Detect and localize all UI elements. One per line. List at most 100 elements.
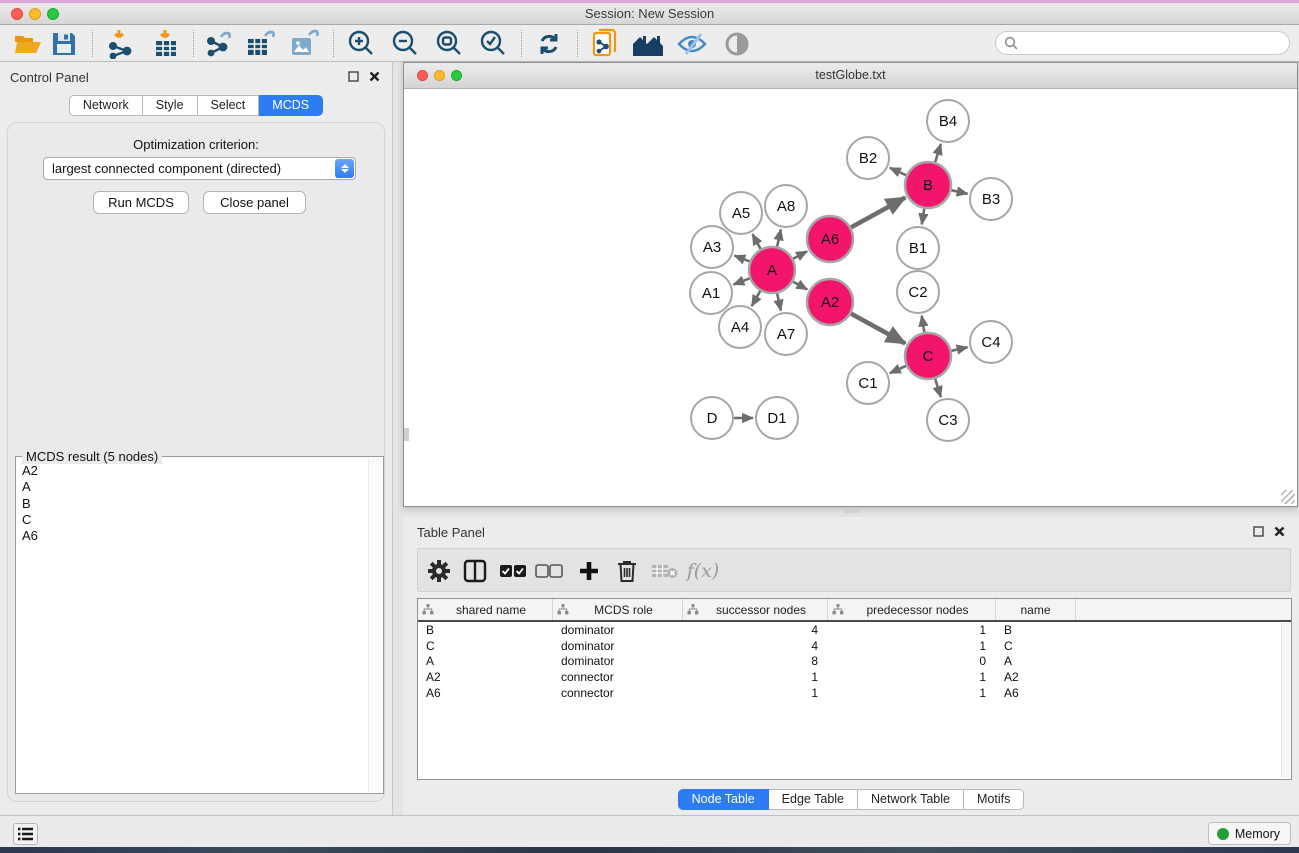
- table-cell[interactable]: B: [418, 623, 553, 637]
- minimize-network-window-icon[interactable]: [434, 70, 445, 81]
- table-cell[interactable]: dominator: [553, 639, 683, 653]
- add-column-icon[interactable]: [573, 556, 605, 586]
- delete-column-icon[interactable]: [611, 556, 643, 586]
- table-cell[interactable]: A2: [418, 670, 553, 684]
- open-file-icon[interactable]: [11, 29, 45, 59]
- table-cell[interactable]: 4: [683, 623, 828, 637]
- window-resize-grip[interactable]: [1281, 490, 1295, 504]
- table-row[interactable]: A6connector11A6: [418, 685, 1291, 701]
- tab-edge-table[interactable]: Edge Table: [769, 789, 858, 810]
- table-cell[interactable]: C: [996, 639, 1076, 653]
- zoom-out-icon[interactable]: [388, 29, 422, 59]
- memory-button[interactable]: Memory: [1208, 822, 1291, 845]
- table-cell[interactable]: connector: [553, 686, 683, 700]
- table-cell[interactable]: A2: [996, 670, 1076, 684]
- float-panel-icon[interactable]: [348, 71, 359, 82]
- graph-edge-B-B4[interactable]: [935, 144, 941, 162]
- column-header-predecessor-nodes[interactable]: predecessor nodes: [828, 599, 996, 620]
- export-network-icon[interactable]: [202, 29, 236, 59]
- import-table-icon[interactable]: [150, 29, 184, 59]
- first-neighbors-icon[interactable]: [631, 29, 665, 59]
- result-item[interactable]: A: [22, 479, 367, 495]
- function-builder-icon[interactable]: f(x): [687, 556, 719, 586]
- result-item[interactable]: B: [22, 496, 367, 512]
- table-scrollbar[interactable]: [1281, 623, 1290, 778]
- graph-edge-C-C2[interactable]: [922, 316, 925, 333]
- graph-edge-A-A2[interactable]: [793, 282, 807, 290]
- close-window-icon[interactable]: [11, 8, 23, 20]
- tab-style[interactable]: Style: [143, 95, 198, 116]
- table-cell[interactable]: A6: [996, 686, 1076, 700]
- zoom-window-icon[interactable]: [47, 8, 59, 20]
- graph-edge-A-A7[interactable]: [777, 293, 781, 310]
- tab-select[interactable]: Select: [198, 95, 260, 116]
- table-cell[interactable]: 1: [828, 686, 996, 700]
- hide-selection-icon[interactable]: [675, 29, 709, 59]
- export-image-icon[interactable]: [288, 29, 322, 59]
- table-cell[interactable]: 8: [683, 654, 828, 668]
- float-table-panel-icon[interactable]: [1253, 526, 1264, 537]
- zoom-in-icon[interactable]: [344, 29, 378, 59]
- tab-node-table[interactable]: Node Table: [678, 789, 769, 810]
- network-canvas[interactable]: B4B2BB3A5A8A6A3B1AA1C2A2A4A7C4CC1C3DD1: [404, 89, 1297, 506]
- table-cell[interactable]: 1: [828, 670, 996, 684]
- tab-mcds[interactable]: MCDS: [259, 95, 323, 116]
- close-table-panel-icon[interactable]: [1274, 526, 1285, 537]
- optimization-select[interactable]: largest connected component (directed): [43, 157, 356, 180]
- new-network-from-selection-icon[interactable]: [589, 29, 623, 59]
- close-panel-button[interactable]: Close panel: [203, 191, 306, 214]
- show-selection-icon[interactable]: [720, 29, 754, 59]
- graph-edge-C-C4[interactable]: [951, 347, 967, 351]
- column-layout-icon[interactable]: [459, 556, 491, 586]
- graph-edge-C-C3[interactable]: [935, 379, 941, 397]
- run-mcds-button[interactable]: Run MCDS: [93, 191, 189, 214]
- deselect-all-icon[interactable]: [533, 556, 565, 586]
- minimize-window-icon[interactable]: [29, 8, 41, 20]
- tab-network[interactable]: Network: [69, 95, 143, 116]
- column-header-MCDS-role[interactable]: MCDS role: [553, 599, 683, 620]
- table-cell[interactable]: A: [418, 654, 553, 668]
- zoom-selected-icon[interactable]: [476, 29, 510, 59]
- column-header-shared-name[interactable]: shared name: [418, 599, 553, 620]
- table-cell[interactable]: 1: [683, 686, 828, 700]
- refresh-layout-icon[interactable]: [532, 29, 566, 59]
- result-item[interactable]: C: [22, 512, 367, 528]
- table-cell[interactable]: 1: [828, 623, 996, 637]
- zoom-fit-icon[interactable]: [432, 29, 466, 59]
- graph-edge-A2-C[interactable]: [851, 314, 905, 344]
- import-network-icon[interactable]: [104, 29, 138, 59]
- table-cell[interactable]: C: [418, 639, 553, 653]
- search-input[interactable]: [1018, 34, 1289, 52]
- graph-edge-A-A8[interactable]: [777, 229, 781, 246]
- tab-network-table[interactable]: Network Table: [858, 789, 964, 810]
- graph-edge-A-A3[interactable]: [734, 256, 749, 262]
- graph-edge-A-A1[interactable]: [733, 278, 749, 284]
- gear-icon[interactable]: [423, 556, 455, 586]
- task-history-button[interactable]: [13, 823, 38, 845]
- table-cell[interactable]: connector: [553, 670, 683, 684]
- export-table-icon[interactable]: [244, 29, 278, 59]
- table-row[interactable]: A2connector11A2: [418, 669, 1291, 685]
- save-icon[interactable]: [47, 29, 81, 59]
- graph-edge-B-B3[interactable]: [951, 190, 967, 194]
- graph-edge-A-A5[interactable]: [752, 234, 760, 249]
- table-cell[interactable]: 4: [683, 639, 828, 653]
- tab-motifs[interactable]: Motifs: [964, 789, 1024, 810]
- table-cell[interactable]: A6: [418, 686, 553, 700]
- table-cell[interactable]: dominator: [553, 623, 683, 637]
- network-window-titlebar[interactable]: testGlobe.txt: [404, 63, 1297, 89]
- table-cell[interactable]: B: [996, 623, 1076, 637]
- graph-edge-A-A6[interactable]: [793, 251, 807, 258]
- table-cell[interactable]: A: [996, 654, 1076, 668]
- close-network-window-icon[interactable]: [417, 70, 428, 81]
- graph-edge-C-C1[interactable]: [890, 366, 906, 373]
- column-header-name[interactable]: name: [996, 599, 1076, 620]
- select-all-icon[interactable]: [497, 556, 529, 586]
- result-item[interactable]: A2: [22, 463, 367, 479]
- column-header-successor-nodes[interactable]: successor nodes: [683, 599, 828, 620]
- delete-table-icon[interactable]: [649, 556, 681, 586]
- table-cell[interactable]: 1: [683, 670, 828, 684]
- table-row[interactable]: Cdominator41C: [418, 638, 1291, 654]
- table-cell[interactable]: 0: [828, 654, 996, 668]
- zoom-network-window-icon[interactable]: [451, 70, 462, 81]
